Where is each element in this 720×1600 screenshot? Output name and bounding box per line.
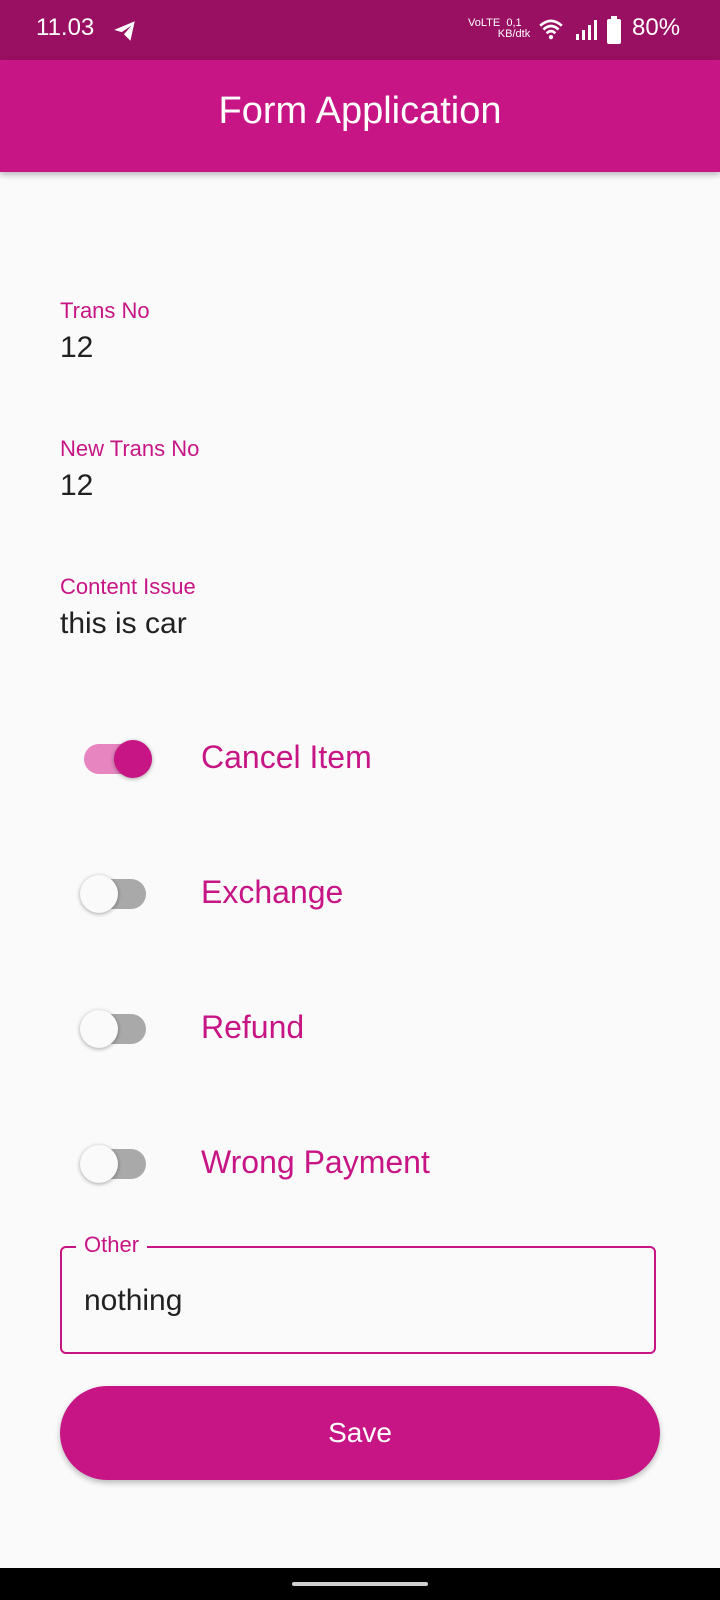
battery-percent: 80% <box>632 14 681 41</box>
net-speed: 0,1 KB/dtk <box>497 17 531 40</box>
other-input-value: nothing <box>84 1284 183 1317</box>
battery-icon <box>607 16 621 44</box>
switch-thumb <box>114 740 152 778</box>
other-label: Other <box>76 1232 148 1258</box>
refund-label: Refund <box>201 1009 305 1045</box>
navigation-bar <box>0 1568 720 1600</box>
trans-no-field[interactable]: 12 <box>60 331 93 365</box>
telegram-icon <box>114 21 135 41</box>
trans-no-label: Trans No <box>60 298 150 323</box>
exchange-switch[interactable] <box>80 875 150 913</box>
new-trans-no-field[interactable]: 12 <box>60 469 93 503</box>
other-field[interactable]: Other nothing <box>60 1232 656 1354</box>
signal-icon <box>576 20 597 40</box>
wifi-icon <box>539 19 563 40</box>
wrong-payment-switch[interactable] <box>80 1145 150 1183</box>
switch-row-cancel-item: Cancel Item <box>0 729 720 789</box>
content-issue-label: Content Issue <box>60 574 196 599</box>
wrong-payment-label: Wrong Payment <box>201 1144 430 1180</box>
switch-row-refund: Refund <box>0 999 720 1059</box>
cancel-item-label: Cancel Item <box>201 739 372 775</box>
switch-row-exchange: Exchange <box>0 864 720 924</box>
home-gesture-handle[interactable] <box>292 1582 428 1586</box>
switch-thumb <box>80 1145 118 1183</box>
cancel-item-switch[interactable] <box>84 740 152 778</box>
status-bar: 11.03 VoLTE 0,1 KB/dtk 80% <box>0 0 720 60</box>
content-issue-field[interactable]: this is car <box>60 607 187 641</box>
app-bar: Form Application <box>0 60 720 172</box>
refund-switch[interactable] <box>80 1010 150 1048</box>
exchange-label: Exchange <box>201 874 344 910</box>
volte-indicator: VoLTE <box>468 17 501 29</box>
save-button[interactable]: Save <box>60 1386 660 1480</box>
new-trans-no-label: New Trans No <box>60 436 200 461</box>
switch-thumb <box>80 875 118 913</box>
switch-row-wrong-payment: Wrong Payment <box>0 1134 720 1194</box>
switch-thumb <box>80 1010 118 1048</box>
page-title: Form Application <box>218 90 502 132</box>
status-time: 11.03 <box>36 14 95 41</box>
